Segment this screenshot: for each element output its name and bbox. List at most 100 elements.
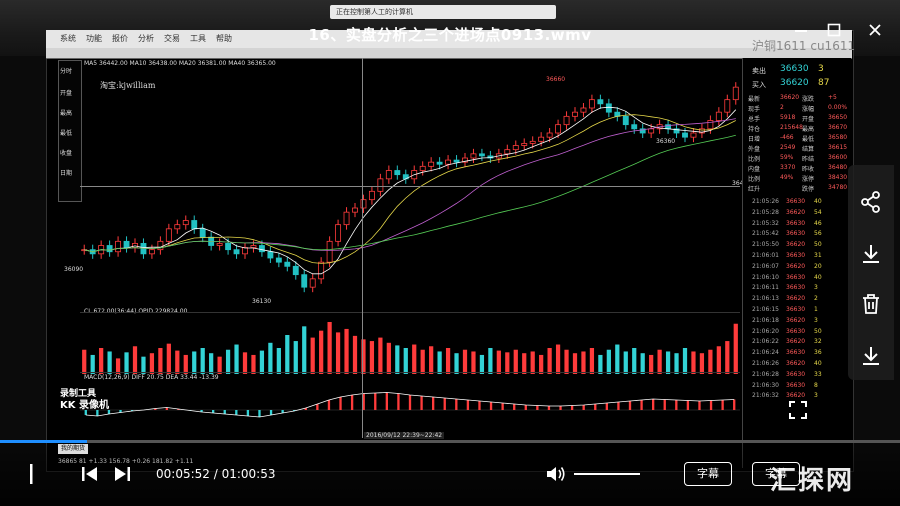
- tick-cell: 36630: [786, 198, 806, 205]
- candle-body: [242, 247, 248, 255]
- tick-row: 21:05:50 36620 50: [752, 241, 852, 251]
- candle-body: [546, 132, 553, 138]
- candlestick-chart[interactable]: [80, 58, 740, 308]
- candle-body: [470, 153, 477, 159]
- volume-bar: [547, 348, 552, 374]
- tick-cell: 1: [814, 306, 818, 313]
- previous-icon[interactable]: [80, 464, 100, 484]
- tick-cell: 3: [814, 316, 818, 324]
- macd-bar: [524, 405, 527, 410]
- candle-body: [335, 224, 342, 242]
- time-separator: /: [209, 467, 222, 481]
- tick-row: 21:06:15 36630 1: [752, 306, 852, 316]
- tick-row: 21:05:26 36630 40: [752, 198, 852, 208]
- candle-body: [419, 165, 426, 171]
- tick-cell: 36620: [786, 295, 806, 303]
- volume-icon[interactable]: [545, 464, 567, 484]
- quote-row: 日增 -466 最低 36580: [748, 134, 848, 144]
- tick-cell: 3: [814, 284, 818, 292]
- tick-row: 21:06:18 36620 3: [752, 317, 852, 327]
- volume-bar: [403, 348, 408, 374]
- macd-bar: [489, 402, 493, 410]
- candle-body: [106, 245, 113, 253]
- candle-body: [436, 161, 443, 165]
- macd-bar: [466, 400, 470, 410]
- volume-bar: [158, 348, 163, 374]
- tick-cell: 21:05:26: [752, 198, 779, 205]
- candle-body: [148, 249, 155, 255]
- tick-cell: 36630: [786, 370, 806, 378]
- volume-bar: [99, 348, 104, 374]
- remote-control-hint: 正在控制第人工的计算机: [330, 5, 556, 19]
- volume-bar: [319, 330, 324, 374]
- candle-body: [267, 251, 274, 259]
- sell-label: 卖出: [752, 67, 766, 75]
- macd-chart[interactable]: [80, 374, 740, 432]
- quote-cell: 36600: [828, 154, 848, 161]
- volume-bar: [606, 349, 611, 374]
- volume-bar: [386, 342, 391, 374]
- next-icon[interactable]: [112, 464, 132, 484]
- macd-bar: [547, 406, 551, 410]
- left-label: 开盘: [60, 90, 73, 97]
- macd-bar: [501, 403, 504, 410]
- volume-bar: [166, 343, 171, 374]
- volume-bar: [175, 350, 180, 374]
- download-icon[interactable]: [859, 242, 883, 266]
- tick-row: 21:06:01 36630 31: [752, 252, 852, 262]
- caption-line: KK 录像机: [60, 400, 109, 411]
- volume-bar: [132, 346, 138, 374]
- tick-cell: 2: [814, 295, 818, 303]
- tick-cell: 36630: [786, 349, 806, 357]
- volume-bar: [310, 337, 315, 374]
- volume-bar: [581, 351, 586, 374]
- current-time: 00:05:52: [156, 467, 210, 481]
- volume-chart[interactable]: [80, 316, 740, 374]
- delete-icon[interactable]: [859, 292, 883, 316]
- subtitle-button[interactable]: 字幕: [684, 462, 732, 486]
- time-display: 00:05:52 / 01:00:53: [156, 467, 275, 481]
- fullscreen-icon[interactable]: [788, 400, 808, 420]
- quote-cell: 跌停: [802, 186, 815, 193]
- candle-body: [284, 261, 291, 267]
- close-icon[interactable]: [864, 22, 886, 44]
- candle-body: [428, 161, 435, 167]
- tick-row: 21:06:24 36630 36: [752, 349, 852, 359]
- quote-cell: 36670: [828, 124, 848, 131]
- download-icon[interactable]: [859, 344, 883, 368]
- quote-cell: 昨收: [802, 166, 815, 173]
- macd-bar: [652, 399, 655, 410]
- quote-row: 持仓 215648 最高 36670: [748, 124, 848, 134]
- macd-bar: [478, 401, 481, 410]
- candle-body: [605, 103, 612, 113]
- quote-cell: -466: [780, 134, 794, 141]
- tick-cell: 36620: [786, 262, 806, 270]
- volume-bar: [192, 351, 197, 374]
- quote-cell: 0.00%: [828, 104, 848, 111]
- candle-body: [343, 211, 350, 226]
- volume-slider[interactable]: [574, 473, 640, 475]
- candle-body: [258, 245, 265, 253]
- volume-bar: [259, 350, 265, 374]
- share-icon[interactable]: [859, 190, 883, 214]
- candle-body: [352, 207, 358, 213]
- tick-row: 21:06:13 36620 2: [752, 295, 852, 305]
- playlist-toggle-icon[interactable]: [26, 462, 46, 486]
- volume-bar: [564, 349, 569, 374]
- candle-body: [250, 245, 257, 248]
- quote-cell: 日增: [748, 136, 761, 143]
- tick-row: 21:06:22 36620 32: [752, 338, 852, 348]
- tick-cell: 40: [814, 360, 822, 367]
- tick-cell: 36630: [786, 327, 806, 335]
- candle-body: [368, 190, 375, 201]
- tick-cell: 21:06:07: [752, 262, 779, 270]
- tick-cell: 31: [814, 252, 822, 259]
- quote-cell: +5: [828, 94, 837, 101]
- candle-body: [165, 228, 172, 242]
- tick-row: 21:06:20 36630 50: [752, 328, 852, 338]
- tick-row: 21:06:28 36630 33: [752, 371, 852, 381]
- progress-track[interactable]: [0, 440, 900, 443]
- volume-bar: [242, 352, 248, 374]
- crosshair-vertical: [362, 58, 363, 438]
- tick-cell: 3: [814, 392, 818, 400]
